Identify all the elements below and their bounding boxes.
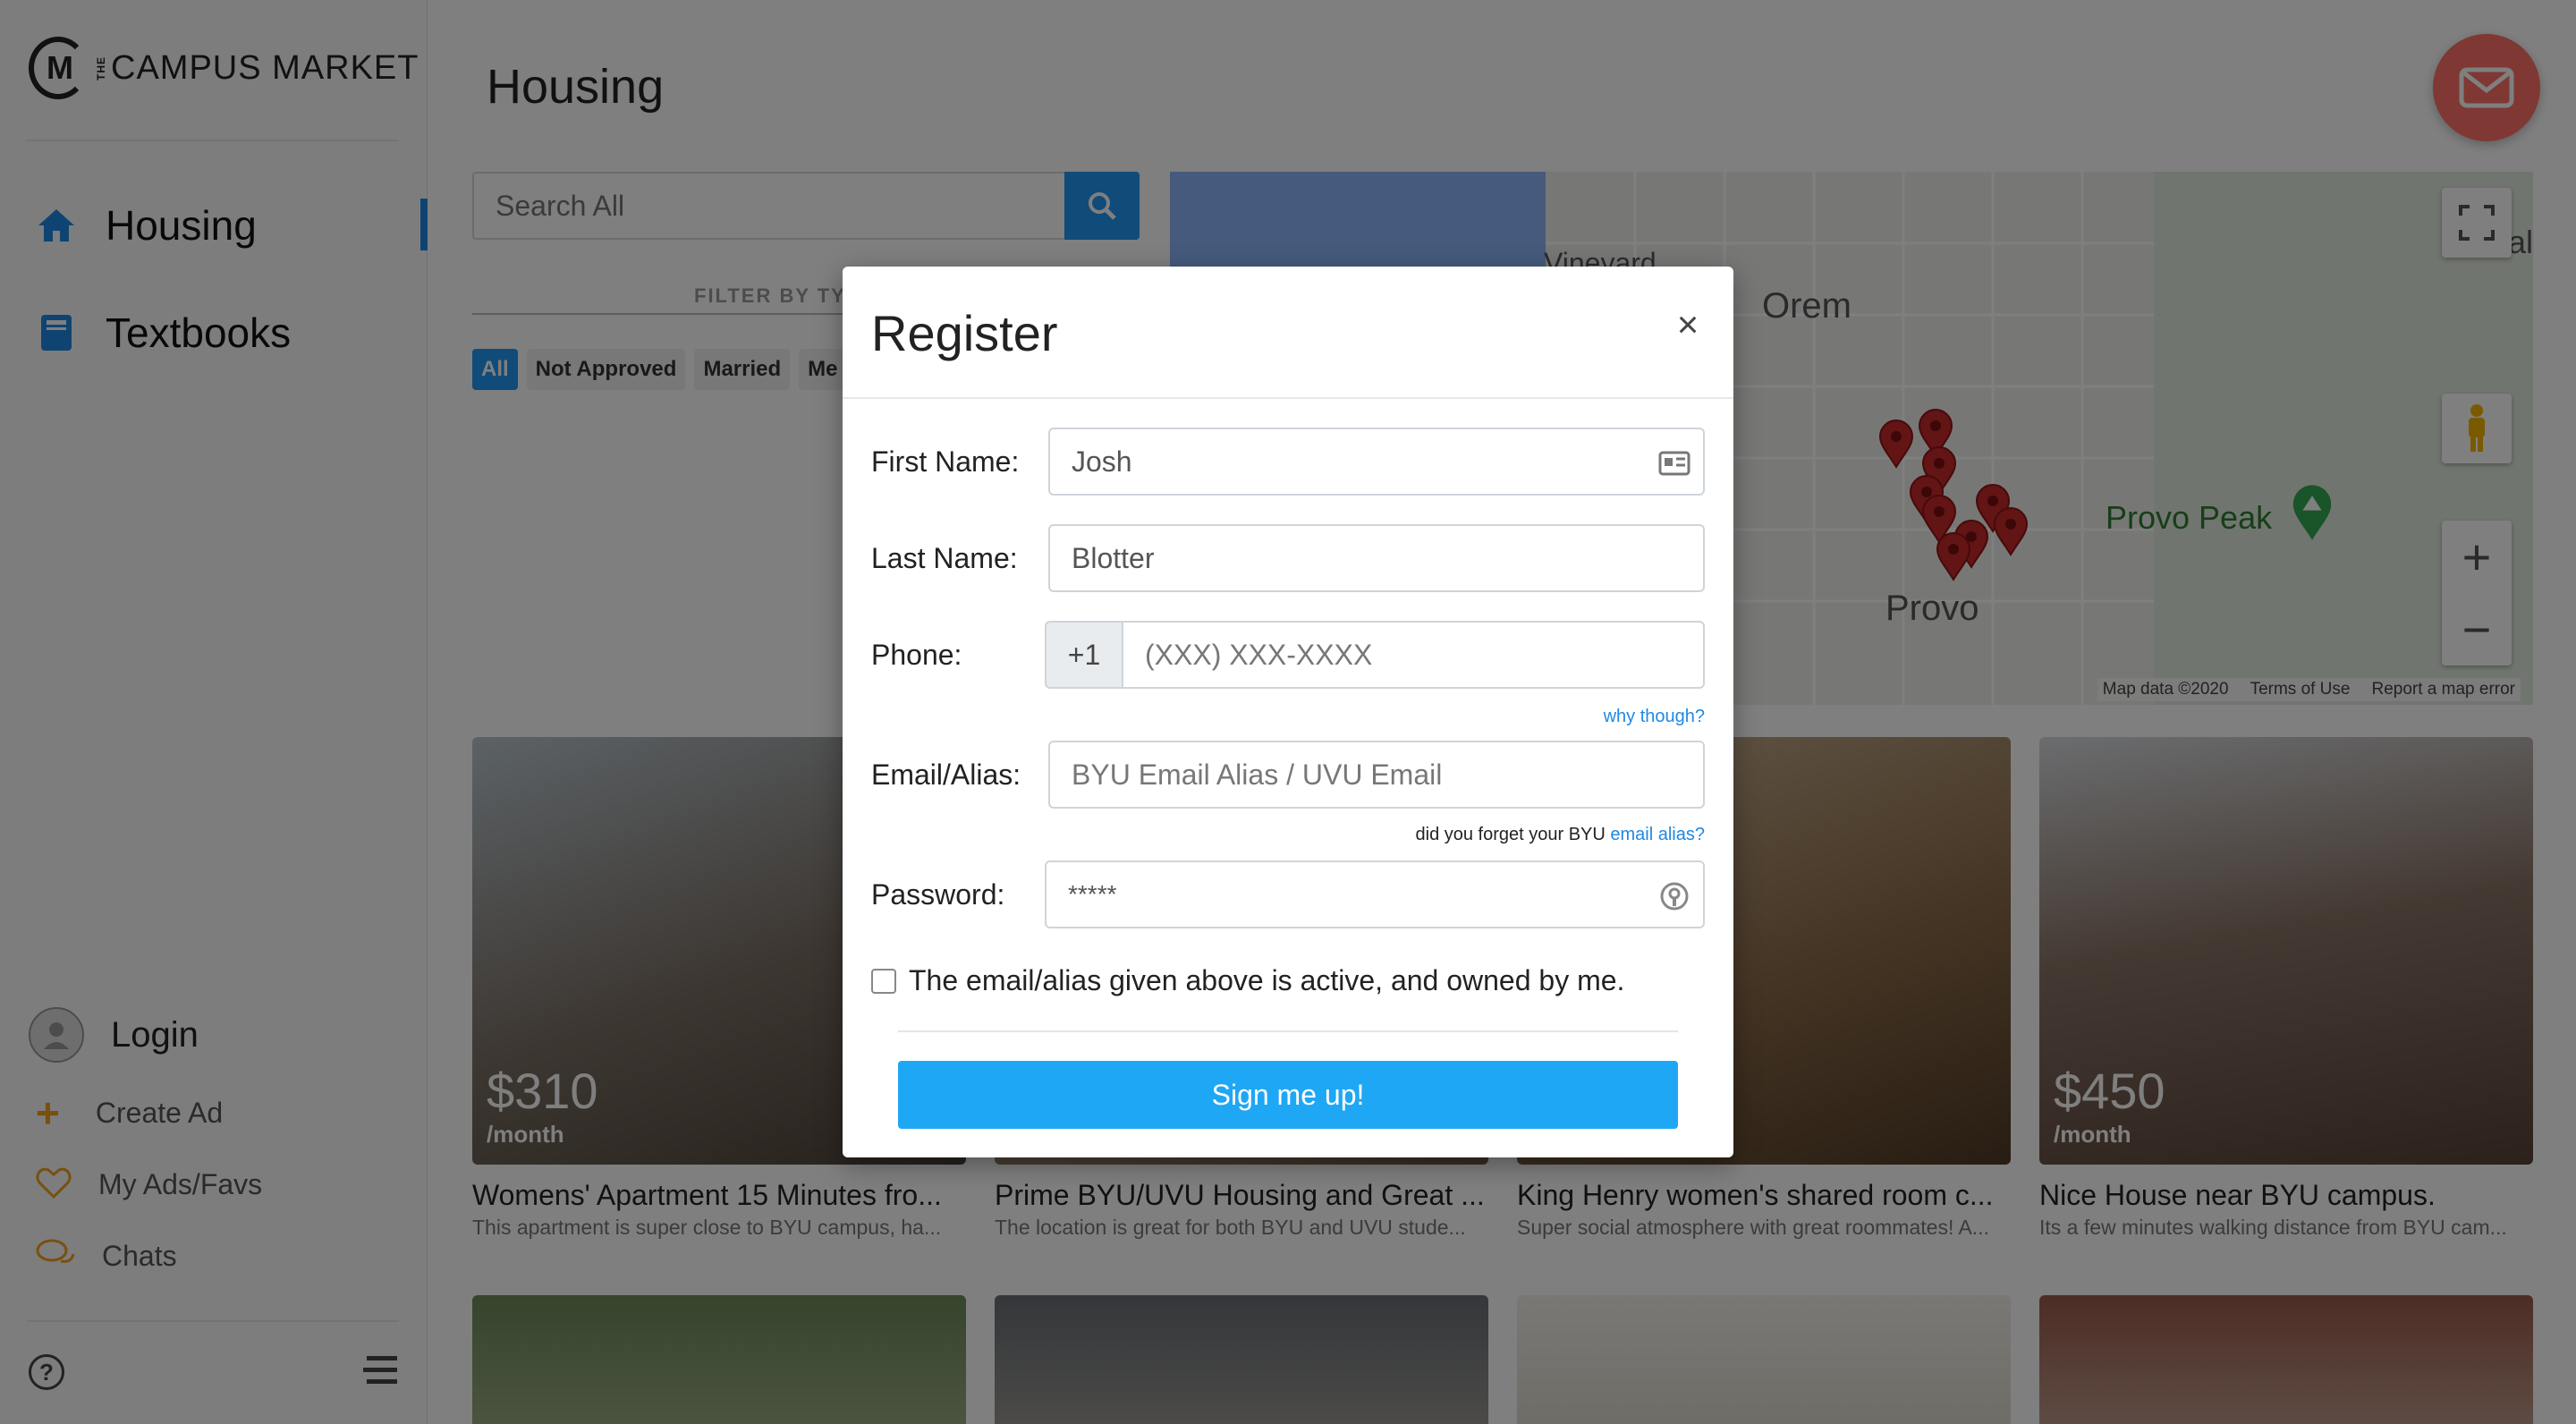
- why-link-row: why though?: [1604, 707, 1705, 727]
- email-field[interactable]: [1048, 741, 1705, 809]
- password-row: Password: *****: [871, 860, 1705, 928]
- phone-row: Phone: +1: [871, 621, 1705, 689]
- first-name-value: Josh: [1072, 445, 1132, 478]
- phone-prefix: +1: [1045, 621, 1122, 689]
- email-input[interactable]: [1072, 758, 1703, 792]
- password-label: Password:: [871, 877, 1005, 911]
- contact-card-icon[interactable]: [1658, 447, 1690, 479]
- ownership-checkbox[interactable]: [871, 968, 896, 994]
- phone-label: Phone:: [871, 638, 962, 671]
- ownership-check-row: The email/alias given above is active, a…: [871, 964, 1624, 997]
- ownership-label: The email/alias given above is active, a…: [909, 964, 1625, 996]
- close-icon[interactable]: ×: [1665, 302, 1710, 347]
- why-though-link[interactable]: why though?: [1604, 707, 1705, 726]
- sign-up-button[interactable]: Sign me up!: [898, 1061, 1678, 1129]
- modal-header: Register ×: [843, 267, 1733, 399]
- phone-input[interactable]: [1145, 638, 1703, 672]
- forgot-alias-hint: did you forget your BYU email alias?: [1416, 825, 1706, 845]
- register-modal: Register × First Name: Josh Last Name: B…: [843, 267, 1733, 1157]
- last-name-label: Last Name:: [871, 541, 1018, 574]
- first-name-label: First Name:: [871, 445, 1020, 478]
- last-name-field[interactable]: Blotter: [1048, 524, 1705, 592]
- modal-divider: [898, 1030, 1678, 1032]
- first-name-row: First Name: Josh: [871, 428, 1705, 496]
- first-name-field[interactable]: Josh: [1048, 428, 1705, 496]
- last-name-row: Last Name: Blotter: [871, 524, 1705, 592]
- password-value: *****: [1068, 880, 1117, 908]
- modal-title: Register: [871, 305, 1058, 361]
- password-manager-icon[interactable]: [1658, 880, 1690, 912]
- last-name-value: Blotter: [1072, 541, 1155, 574]
- phone-field[interactable]: [1122, 621, 1705, 689]
- password-field[interactable]: *****: [1045, 860, 1705, 928]
- email-alias-link[interactable]: email alias?: [1610, 825, 1705, 844]
- email-label: Email/Alias:: [871, 758, 1021, 791]
- forgot-alias-text: did you forget your BYU: [1415, 825, 1611, 844]
- email-row: Email/Alias:: [871, 741, 1705, 809]
